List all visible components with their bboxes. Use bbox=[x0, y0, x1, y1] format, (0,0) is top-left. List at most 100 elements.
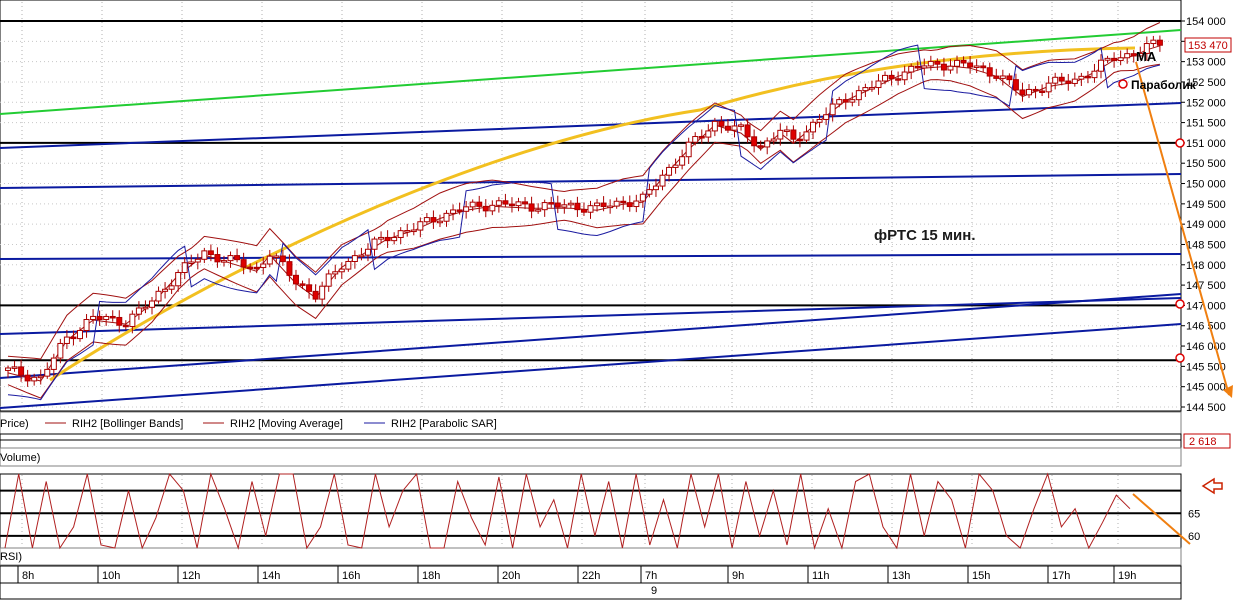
day-marker: 9 bbox=[651, 585, 657, 597]
candle-body-157 bbox=[1032, 88, 1039, 92]
candle-body-5 bbox=[37, 375, 44, 379]
candle-body-21 bbox=[142, 306, 149, 310]
candle-body-154 bbox=[1012, 79, 1019, 91]
candle-body-0 bbox=[5, 367, 11, 371]
candle-body-54 bbox=[358, 254, 365, 258]
candle-body-111 bbox=[731, 125, 738, 131]
candle-body-127 bbox=[836, 99, 843, 105]
candle-body-126 bbox=[829, 103, 836, 116]
candle-body-2 bbox=[18, 366, 25, 376]
candle-body-57 bbox=[378, 236, 385, 240]
volume-panel-frame bbox=[0, 433, 1182, 449]
candle-body-47 bbox=[312, 290, 319, 300]
candle-body-137 bbox=[901, 71, 908, 81]
candle-body-142 bbox=[934, 60, 941, 65]
candle-body-32 bbox=[214, 254, 221, 263]
candle-body-123 bbox=[810, 121, 817, 133]
candle-body-91 bbox=[600, 202, 607, 208]
price-tick-label-11: 150 000 bbox=[1186, 179, 1226, 191]
candle-body-164 bbox=[1078, 75, 1085, 80]
candle-body-85 bbox=[561, 204, 568, 208]
candle-body-136 bbox=[895, 78, 902, 81]
candle-body-4 bbox=[31, 376, 38, 382]
candle-body-66 bbox=[436, 220, 443, 224]
candle-body-144 bbox=[947, 65, 954, 71]
price-tick-label-4: 146 500 bbox=[1186, 321, 1226, 333]
candle-body-99 bbox=[652, 185, 659, 191]
candle-body-114 bbox=[751, 136, 758, 147]
candle-body-63 bbox=[417, 221, 424, 231]
candle-body-59 bbox=[391, 236, 398, 242]
candle-body-18 bbox=[122, 324, 129, 328]
price-axis: 144 500145 000145 500146 000146 500147 0… bbox=[1181, 16, 1226, 414]
candle-body-49 bbox=[325, 273, 332, 287]
candle-body-103 bbox=[679, 156, 686, 166]
chart-title: фРТС 15 мин. bbox=[874, 227, 976, 244]
candle-body-29 bbox=[194, 258, 201, 263]
time-label-0: 8h bbox=[22, 570, 34, 582]
candle-body-161 bbox=[1058, 76, 1065, 82]
price-tick-label-15: 152 000 bbox=[1186, 97, 1226, 109]
candle-body-125 bbox=[823, 114, 830, 120]
volume-value: 2 618 bbox=[1189, 436, 1217, 448]
price-tick-label-0: 144 500 bbox=[1186, 402, 1226, 414]
candle-body-92 bbox=[607, 205, 614, 209]
candle-body-101 bbox=[666, 166, 673, 176]
candle-body-148 bbox=[973, 65, 980, 68]
candle-body-34 bbox=[227, 255, 234, 262]
candle-body-122 bbox=[803, 131, 810, 141]
candle-body-175 bbox=[1150, 39, 1157, 45]
candle-body-60 bbox=[397, 230, 404, 238]
ma-annotation: MA bbox=[1136, 49, 1157, 64]
candle-body-16 bbox=[109, 315, 116, 319]
candle-body-133 bbox=[875, 80, 882, 89]
candle-body-51 bbox=[338, 268, 345, 273]
candle-body-71 bbox=[469, 201, 476, 208]
candle-body-120 bbox=[790, 129, 797, 140]
candle-body-39 bbox=[260, 263, 267, 269]
candle-body-41 bbox=[273, 255, 280, 258]
candle-body-9 bbox=[63, 336, 70, 344]
candle-body-84 bbox=[554, 202, 561, 208]
candle-body-176 bbox=[1156, 39, 1163, 46]
candle-body-36 bbox=[240, 259, 247, 268]
candle-body-64 bbox=[423, 217, 430, 223]
candle-body-1 bbox=[11, 366, 18, 369]
candle-body-46 bbox=[306, 284, 313, 292]
time-label-1: 10h bbox=[102, 570, 120, 582]
candle-body-149 bbox=[980, 65, 987, 69]
time-label-2: 12h bbox=[182, 570, 200, 582]
candle-body-131 bbox=[862, 87, 869, 92]
candle-body-86 bbox=[567, 202, 574, 206]
candle-body-50 bbox=[332, 271, 339, 275]
candle-body-78 bbox=[515, 201, 522, 207]
candle-body-129 bbox=[849, 99, 856, 103]
candle-body-118 bbox=[777, 129, 784, 140]
candle-body-90 bbox=[594, 202, 601, 207]
candle-body-52 bbox=[345, 260, 352, 270]
candle-body-132 bbox=[868, 87, 875, 90]
price-tick-label-6: 147 500 bbox=[1186, 280, 1226, 292]
time-label-10: 11h bbox=[812, 570, 830, 582]
candle-body-98 bbox=[646, 189, 653, 195]
candle-body-170 bbox=[1117, 57, 1124, 62]
candle-body-75 bbox=[495, 200, 502, 206]
candle-body-104 bbox=[685, 141, 692, 158]
candle-body-56 bbox=[371, 238, 378, 250]
candle-body-76 bbox=[502, 200, 509, 205]
candle-body-58 bbox=[384, 236, 391, 242]
candle-body-19 bbox=[129, 313, 136, 327]
chart-canvas: 144 500145 000145 500146 000146 500147 0… bbox=[0, 0, 1233, 600]
candle-body-160 bbox=[1052, 76, 1059, 84]
candle-body-115 bbox=[757, 145, 764, 148]
price-marker-circle-3 bbox=[1118, 79, 1128, 89]
candle-body-116 bbox=[764, 140, 771, 148]
candle-body-88 bbox=[580, 209, 587, 213]
candle-body-48 bbox=[319, 285, 326, 300]
candle-body-93 bbox=[613, 200, 620, 207]
legend-bollinger: RIH2 [Bollinger Bands] bbox=[72, 418, 183, 430]
candle-body-147 bbox=[967, 62, 974, 68]
candle-body-130 bbox=[855, 90, 862, 101]
candle-body-55 bbox=[364, 248, 371, 256]
candle-body-26 bbox=[175, 272, 182, 287]
